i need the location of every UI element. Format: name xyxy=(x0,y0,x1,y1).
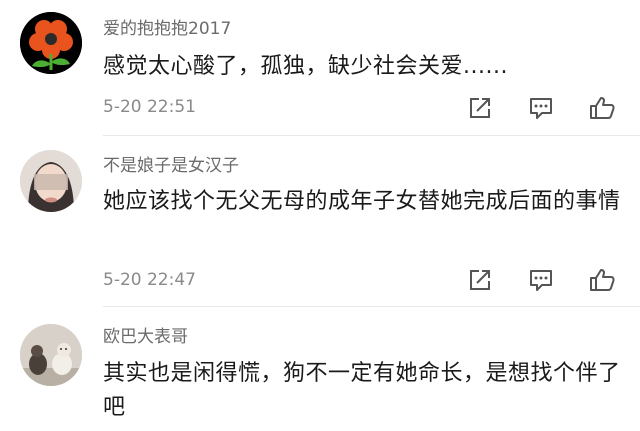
share-button[interactable] xyxy=(466,266,494,294)
like-button[interactable] xyxy=(588,266,616,294)
reply-button[interactable] xyxy=(527,266,555,294)
comment-username[interactable]: 不是娘子是女汉子 xyxy=(103,156,239,176)
avatar[interactable] xyxy=(20,12,82,74)
comment-text: 其实也是闲得慌，狗不一定有她命长，是想找个伴了吧 xyxy=(103,361,621,420)
comment-item: 欧巴大表哥 其实也是闲得慌，狗不一定有她命长，是想找个伴了吧 xyxy=(0,307,640,431)
share-button[interactable] xyxy=(466,94,494,122)
comment-text: 感觉太心酸了，孤独，缺少社会关爱...... xyxy=(103,54,508,79)
share-icon xyxy=(470,98,490,118)
comment-item: 不是娘子是女汉子 她应该找个无父无母的成年子女替她完成后面的事情 5-20 22… xyxy=(0,136,640,306)
share-icon xyxy=(470,270,490,290)
comment-item: 爱的抱抱抱2017 感觉太心酸了，孤独，缺少社会关爱...... 5-20 22… xyxy=(0,0,640,135)
avatar[interactable] xyxy=(20,150,82,212)
like-icon xyxy=(590,269,615,291)
reply-icon xyxy=(530,98,552,119)
avatar[interactable] xyxy=(20,324,82,386)
comment-time: 5-20 22:51 xyxy=(103,97,196,117)
comment-time: 5-20 22:47 xyxy=(103,270,196,290)
dogs-photo-avatar xyxy=(20,324,82,386)
reply-icon xyxy=(530,270,552,291)
reply-button[interactable] xyxy=(527,94,555,122)
comment-username[interactable]: 爱的抱抱抱2017 xyxy=(103,19,231,39)
user-photo-avatar xyxy=(20,150,82,212)
comment-text: 她应该找个无父无母的成年子女替她完成后面的事情 xyxy=(103,189,621,214)
comment-username[interactable]: 欧巴大表哥 xyxy=(103,327,188,347)
like-icon xyxy=(590,97,615,119)
like-button[interactable] xyxy=(588,94,616,122)
flower-avatar-icon xyxy=(20,12,82,74)
